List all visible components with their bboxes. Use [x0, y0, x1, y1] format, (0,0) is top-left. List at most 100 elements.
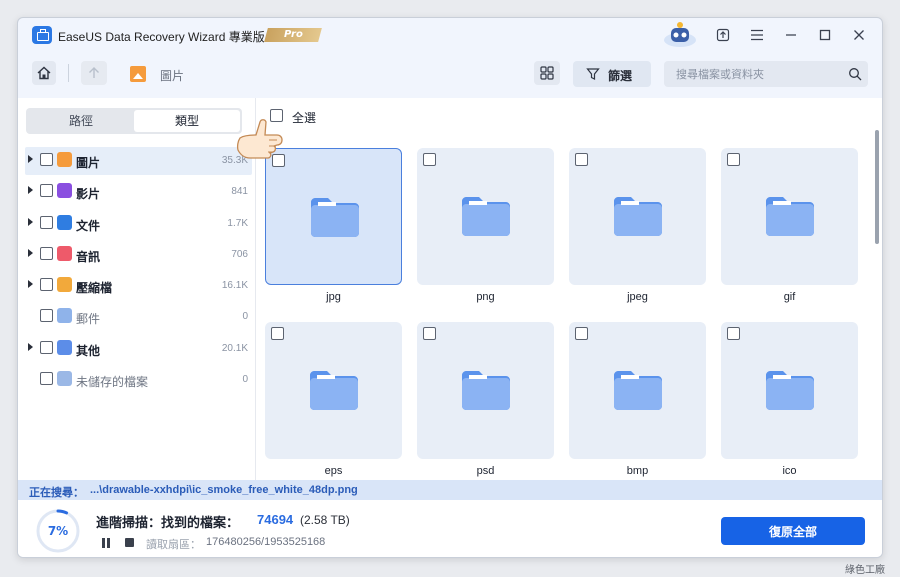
recover-all-button[interactable]: 復原全部 [721, 517, 865, 545]
category-row[interactable]: 音訊 706 [18, 240, 256, 271]
menu-icon[interactable] [746, 25, 768, 45]
category-count: 841 [231, 186, 248, 198]
category-row[interactable]: 文件 1.7K [18, 209, 256, 240]
sector-label: 讀取扇區： [146, 538, 201, 551]
maximize-icon[interactable] [814, 25, 836, 45]
scrollbar[interactable] [875, 130, 879, 244]
pause-icon[interactable] [101, 538, 111, 548]
file-type-tile[interactable] [417, 322, 554, 459]
breadcrumb[interactable]: 圖片 [160, 67, 184, 84]
category-checkbox[interactable] [40, 309, 53, 323]
category-checkbox[interactable] [40, 184, 53, 198]
up-folder-button[interactable] [81, 61, 107, 85]
sidebar: 路徑 類型 圖片 35.3K 影片 841 文件 1.7K 音訊 706 壓縮檔 16.1K 郵件 0… [18, 98, 256, 480]
tile-checkbox[interactable] [423, 327, 436, 340]
found-size: (2.58 TB) [300, 513, 350, 527]
file-type-grid: jpg png jpeg gif eps psd bmp ico [265, 148, 865, 480]
category-label: 圖片 [76, 156, 101, 170]
tile-checkbox[interactable] [423, 153, 436, 166]
expand-caret-icon[interactable] [28, 280, 33, 289]
category-count: 1.7K [227, 217, 248, 229]
tile-checkbox[interactable] [575, 327, 588, 340]
expand-caret-icon[interactable] [28, 248, 33, 257]
assistant-robot-icon[interactable] [662, 20, 698, 48]
category-row[interactable]: 郵件 0 [18, 302, 256, 333]
category-checkbox[interactable] [40, 372, 53, 386]
scan-path-bar: 正在搜尋： ...\drawable-xxhdpi\ic_smoke_free_… [18, 480, 882, 500]
folder-icon [462, 371, 510, 410]
expand-caret-icon[interactable] [28, 342, 33, 351]
tile-checkbox[interactable] [727, 327, 740, 340]
category-row[interactable]: 圖片 35.3K [18, 146, 256, 177]
category-checkbox[interactable] [40, 246, 53, 260]
tile-checkbox[interactable] [271, 327, 284, 340]
folder-icon [462, 197, 510, 236]
progress-percent: 7% [47, 524, 69, 538]
grid-view-icon [540, 66, 554, 80]
searching-path: ...\drawable-xxhdpi\ic_smoke_free_white_… [90, 484, 358, 496]
expand-caret-icon[interactable] [28, 186, 33, 195]
file-type-tile[interactable] [569, 322, 706, 459]
category-label: 未儲存的檔案 [76, 375, 149, 390]
category-checkbox[interactable] [40, 340, 53, 354]
toolbar: 圖片 篩選 [18, 52, 882, 98]
category-label: 音訊 [76, 249, 101, 264]
category-count: 16.1K [221, 280, 248, 292]
category-row[interactable]: 未儲存的檔案 0 [18, 365, 256, 396]
app-window: EaseUS Data Recovery Wizard 專業版 Pro 圖片 篩… [17, 17, 883, 558]
filter-label: 篩選 [608, 69, 633, 83]
video-icon [57, 183, 72, 199]
category-list: 圖片 35.3K 影片 841 文件 1.7K 音訊 706 壓縮檔 16.1K 郵件 0 其他 20.1… [18, 146, 256, 396]
expand-caret-icon[interactable] [28, 155, 33, 163]
content-area: 路徑 類型 圖片 35.3K 影片 841 文件 1.7K 音訊 706 壓縮檔 16.1K 郵件 0… [18, 98, 882, 480]
category-checkbox[interactable] [40, 215, 53, 229]
grid-view-button[interactable] [534, 61, 560, 85]
category-row[interactable]: 其他 20.1K [18, 334, 256, 365]
category-label: 郵件 [76, 312, 101, 327]
arrow-up-icon [89, 67, 99, 78]
folder-icon [310, 371, 358, 410]
folder-icon [766, 197, 814, 236]
category-row[interactable]: 影片 841 [18, 177, 256, 208]
tile-label: bmp [626, 465, 649, 477]
category-row[interactable]: 壓縮檔 16.1K [18, 271, 256, 302]
upload-log-icon[interactable] [712, 25, 734, 45]
expand-caret-icon[interactable] [28, 217, 33, 226]
close-icon[interactable] [848, 25, 870, 45]
search-input[interactable] [664, 61, 868, 87]
home-button[interactable] [32, 61, 56, 85]
tab-type[interactable]: 類型 [134, 110, 240, 132]
file-type-tile[interactable] [569, 148, 706, 285]
category-checkbox[interactable] [40, 278, 53, 292]
file-type-tile[interactable] [265, 322, 402, 459]
filter-button[interactable]: 篩選 [573, 61, 651, 87]
tile-checkbox[interactable] [727, 153, 740, 166]
minimize-icon[interactable] [780, 25, 802, 45]
stop-icon[interactable] [125, 538, 134, 547]
title-bar: EaseUS Data Recovery Wizard 專業版 Pro [18, 18, 882, 52]
file-type-tile[interactable] [417, 148, 554, 285]
tile-label: png [476, 291, 495, 303]
select-all-label: 全選 [292, 111, 317, 125]
pointer-hand-icon [236, 119, 283, 159]
category-checkbox[interactable] [40, 153, 53, 166]
search-icon[interactable] [848, 67, 862, 81]
file-type-tile[interactable] [721, 322, 858, 459]
app-title: EaseUS Data Recovery Wizard 專業版 [58, 30, 265, 44]
filter-icon [586, 68, 600, 80]
searching-label: 正在搜尋： [29, 486, 84, 499]
tile-label: gif [783, 291, 796, 303]
scan-status-panel: 7% 進階掃描：找到的檔案： 74694 (2.58 TB) 讀取扇區： 176… [18, 500, 882, 557]
document-icon [57, 214, 72, 230]
file-type-tile[interactable] [721, 148, 858, 285]
category-label: 壓縮檔 [76, 281, 113, 296]
view-mode-switch: 路徑 類型 [26, 108, 242, 134]
file-type-tile[interactable] [265, 148, 402, 285]
app-logo-icon [32, 26, 52, 44]
category-label: 其他 [76, 343, 101, 358]
toolbar-divider [68, 64, 69, 82]
folder-icon [614, 197, 662, 236]
tab-path[interactable]: 路徑 [28, 110, 134, 132]
tile-checkbox[interactable] [575, 153, 588, 166]
category-label: 文件 [76, 218, 101, 233]
